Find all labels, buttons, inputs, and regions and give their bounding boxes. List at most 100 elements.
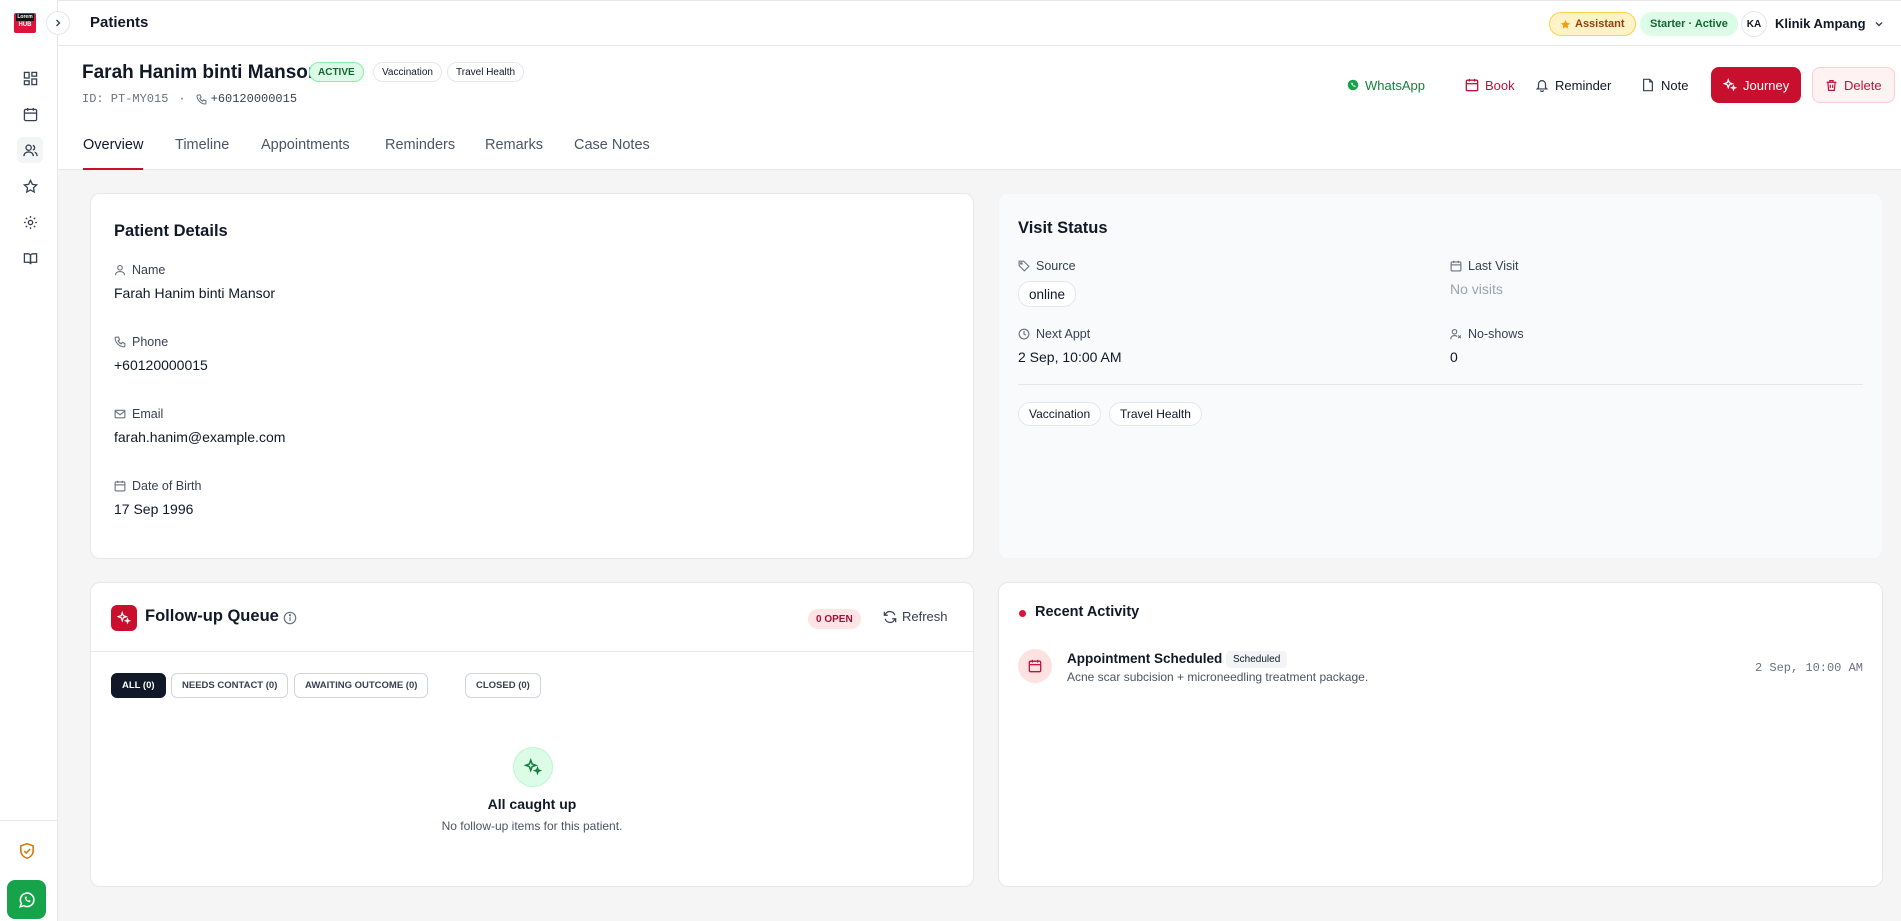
assistant-button[interactable]: Assistant — [1549, 12, 1636, 36]
source-value: online — [1018, 281, 1077, 307]
tab-appointments[interactable]: Appointments — [261, 137, 350, 170]
chevron-right-icon — [56, 19, 61, 27]
shield-check-icon[interactable] — [16, 840, 38, 862]
name-label: Name — [114, 263, 165, 277]
followup-queue-card: Follow-up Queue 0 OPEN Refresh ALL (0) N… — [90, 582, 974, 887]
activity-time: 2 Sep, 10:00 AM — [1754, 661, 1863, 675]
filter-closed[interactable]: CLOSED (0) — [465, 673, 541, 698]
card-title: Follow-up Queue — [145, 607, 279, 625]
phone-label: Phone — [114, 335, 168, 349]
filter-awaiting-outcome[interactable]: AWAITING OUTCOME (0) — [294, 673, 429, 698]
phone-icon — [114, 336, 126, 348]
phone-value: +60120000015 — [114, 357, 208, 373]
settings-icon[interactable] — [17, 209, 43, 235]
calendar-plus-icon — [1465, 78, 1479, 92]
book-icon[interactable] — [17, 245, 43, 271]
info-icon[interactable] — [283, 611, 297, 628]
journey-button[interactable]: Journey — [1711, 67, 1802, 103]
separator: · — [178, 92, 186, 106]
top-bar: Patients Assistant Starter · Active KA K… — [58, 0, 1901, 46]
recent-activity-card: Recent Activity Appointment Scheduled Sc… — [998, 582, 1883, 887]
dashboard-icon[interactable] — [17, 65, 43, 91]
phone-icon — [196, 94, 207, 104]
sparkles-icon — [111, 605, 137, 631]
user-icon — [114, 264, 126, 276]
note-button[interactable]: Note — [1629, 67, 1701, 103]
clinic-switcher[interactable]: Klinik Ampang — [1775, 16, 1884, 31]
refresh-icon — [883, 610, 897, 623]
filter-all[interactable]: ALL (0) — [111, 673, 166, 698]
whatsapp-icon — [1347, 79, 1359, 91]
dob-label: Date of Birth — [114, 479, 201, 493]
calendar-icon — [114, 480, 126, 492]
tab-timeline[interactable]: Timeline — [175, 137, 229, 170]
delete-button[interactable]: Delete — [1812, 67, 1895, 103]
calendar-icon[interactable] — [17, 101, 43, 127]
visit-tag: Vaccination — [1018, 402, 1102, 426]
last-visit-value: No visits — [1450, 281, 1503, 297]
card-title: Visit Status — [1018, 219, 1108, 237]
sparkles-icon — [513, 747, 553, 787]
divider — [91, 651, 973, 652]
mail-icon — [114, 409, 126, 419]
source-label: Source — [1018, 259, 1076, 273]
chevron-down-icon — [1875, 21, 1883, 26]
whatsapp-fab-button[interactable] — [7, 880, 46, 919]
reminder-button[interactable]: Reminder — [1523, 67, 1624, 103]
last-visit-label: Last Visit — [1450, 259, 1519, 273]
patient-name: Farah Hanim binti Mansor — [82, 62, 316, 83]
refresh-button[interactable]: Refresh — [883, 609, 948, 624]
plan-badge: Starter · Active — [1640, 12, 1738, 36]
tag-icon — [1018, 260, 1030, 272]
patient-details-card: Patient Details Name Farah Hanim binti M… — [90, 193, 974, 559]
tab-case-notes[interactable]: Case Notes — [574, 137, 650, 170]
empty-title: All caught up — [487, 796, 577, 812]
whatsapp-button[interactable]: WhatsApp — [1335, 67, 1437, 103]
card-title: Patient Details — [114, 222, 228, 240]
open-count-badge: 0 OPEN — [808, 609, 861, 629]
calendar-icon — [1018, 649, 1052, 683]
activity-title: Appointment Scheduled — [1067, 651, 1223, 666]
noshows-label: No-shows — [1450, 327, 1524, 341]
patient-tag: Vaccination — [373, 62, 442, 82]
empty-text: No follow-up items for this patient. — [441, 819, 623, 833]
page-title: Patients — [90, 14, 149, 31]
bell-icon — [1535, 80, 1549, 92]
tab-remarks[interactable]: Remarks — [485, 137, 543, 170]
note-icon — [1643, 78, 1653, 92]
card-title: Recent Activity — [1035, 604, 1140, 620]
divider — [1018, 384, 1863, 385]
activity-description: Acne scar subcision + microneedling trea… — [1067, 670, 1369, 684]
trash-icon — [1826, 79, 1837, 91]
visit-tag: Travel Health — [1109, 402, 1202, 426]
dob-value: 17 Sep 1996 — [114, 501, 194, 517]
star-icon[interactable] — [17, 173, 43, 199]
avatar[interactable]: KA — [1741, 11, 1767, 37]
activity-status-badge: Scheduled — [1226, 651, 1288, 668]
user-x-icon — [1450, 328, 1462, 340]
sidebar: Lorem HUB — [0, 0, 58, 921]
book-button[interactable]: Book — [1453, 67, 1527, 103]
status-badge: ACTIVE — [309, 62, 364, 82]
expand-sidebar-button[interactable] — [46, 11, 70, 35]
filter-needs-contact[interactable]: NEEDS CONTACT (0) — [171, 673, 289, 698]
patient-id: ID: PT-MY015 — [82, 92, 169, 106]
tab-reminders[interactable]: Reminders — [385, 137, 455, 170]
email-label: Email — [114, 407, 163, 421]
email-value: farah.hanim@example.com — [114, 429, 286, 445]
next-appt-label: Next Appt — [1018, 327, 1090, 341]
tab-overview[interactable]: Overview — [83, 137, 144, 170]
star-icon — [1561, 19, 1570, 29]
tab-bar: Overview Timeline Appointments Reminders… — [58, 125, 1901, 170]
next-appt-value: 2 Sep, 10:00 AM — [1018, 349, 1122, 365]
noshows-value: 0 — [1450, 349, 1458, 365]
sidebar-divider — [0, 820, 58, 821]
patient-id-row: ID: PT-MY015 · +60120000015 — [82, 92, 297, 106]
patient-tag: Travel Health — [447, 62, 525, 82]
app-logo[interactable]: Lorem HUB — [14, 13, 36, 33]
calendar-icon — [1450, 260, 1462, 272]
patients-icon[interactable] — [17, 137, 43, 163]
status-dot — [1019, 610, 1026, 617]
patient-header: Farah Hanim binti Mansor ACTIVE Vaccinat… — [58, 46, 1901, 125]
visit-status-card: Visit Status Source online Last Visit No… — [998, 193, 1883, 559]
